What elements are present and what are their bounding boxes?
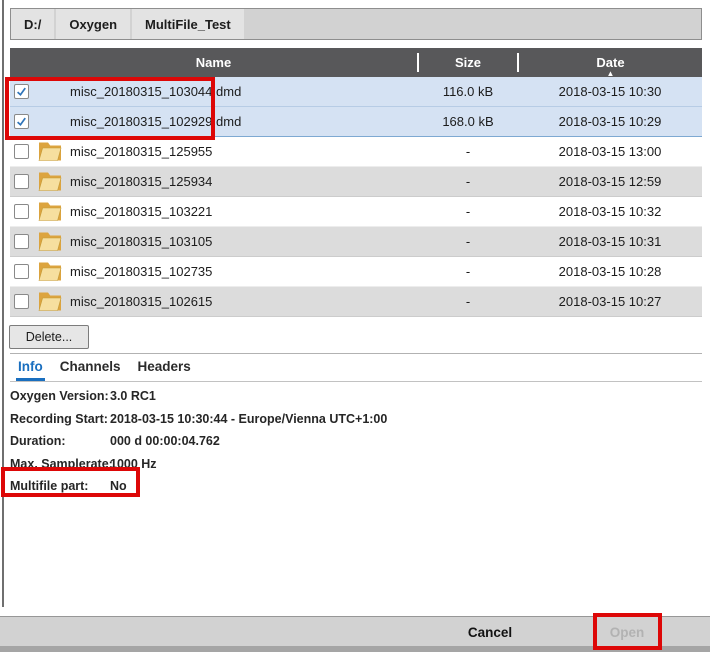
folder-icon bbox=[38, 171, 62, 192]
folder-icon bbox=[38, 291, 62, 312]
row-checkbox[interactable] bbox=[14, 264, 29, 279]
tab-info[interactable]: Info bbox=[16, 359, 45, 381]
folder-name: misc_20180315_102615 bbox=[70, 294, 212, 309]
dmd-file-icon bbox=[38, 111, 62, 132]
window-left-border bbox=[2, 0, 4, 607]
tab-headers[interactable]: Headers bbox=[136, 359, 193, 381]
row-checkbox[interactable] bbox=[14, 174, 29, 189]
folder-name: misc_20180315_102735 bbox=[70, 264, 212, 279]
table-header: Name Size Date ▲ bbox=[10, 48, 702, 77]
folder-name: misc_20180315_125955 bbox=[70, 144, 212, 159]
folder-row[interactable]: misc_20180315_103105 - 2018-03-15 10:31 bbox=[10, 227, 702, 257]
separator-line bbox=[10, 353, 702, 354]
file-size: 116.0 kB bbox=[418, 84, 518, 99]
info-label: Multifile part: bbox=[10, 479, 110, 493]
folder-row[interactable]: misc_20180315_102735 - 2018-03-15 10:28 bbox=[10, 257, 702, 287]
file-date: 2018-03-15 10:30 bbox=[518, 84, 702, 99]
folder-row[interactable]: misc_20180315_125934 - 2018-03-15 12:59 bbox=[10, 167, 702, 197]
row-checkbox[interactable] bbox=[14, 84, 29, 99]
row-checkbox[interactable] bbox=[14, 234, 29, 249]
folder-size: - bbox=[418, 204, 518, 219]
open-button[interactable]: Open bbox=[597, 617, 657, 647]
footer-bottom-strip bbox=[0, 646, 710, 652]
info-row-max-samplerate: Max. Samplerate: 1000 Hz bbox=[10, 453, 570, 476]
folder-size: - bbox=[418, 144, 518, 159]
column-header-name[interactable]: Name bbox=[10, 48, 417, 77]
delete-button[interactable]: Delete... bbox=[9, 325, 89, 349]
folder-date: 2018-03-15 10:32 bbox=[518, 204, 702, 219]
folder-row[interactable]: misc_20180315_125955 - 2018-03-15 13:00 bbox=[10, 137, 702, 167]
folder-size: - bbox=[418, 294, 518, 309]
info-value: 1000 Hz bbox=[110, 457, 157, 471]
info-label: Duration: bbox=[10, 434, 110, 448]
breadcrumb: D:/ Oxygen MultiFile_Test bbox=[10, 8, 702, 40]
dmd-file-icon bbox=[38, 81, 62, 102]
row-checkbox[interactable] bbox=[14, 294, 29, 309]
folder-name: misc_20180315_103221 bbox=[70, 204, 212, 219]
folder-date: 2018-03-15 13:00 bbox=[518, 144, 702, 159]
info-row-multifile-part: Multifile part: No bbox=[10, 475, 570, 498]
cancel-button[interactable]: Cancel bbox=[455, 617, 525, 647]
folder-icon bbox=[38, 261, 62, 282]
file-open-dialog: D:/ Oxygen MultiFile_Test Name Size Date… bbox=[0, 0, 710, 654]
detail-tabs: Info Channels Headers bbox=[16, 359, 193, 381]
file-name: misc_20180315_103044.dmd bbox=[70, 84, 241, 99]
folder-icon bbox=[38, 141, 62, 162]
folder-icon bbox=[38, 231, 62, 252]
column-header-date-label: Date bbox=[596, 55, 624, 70]
folder-date: 2018-03-15 12:59 bbox=[518, 174, 702, 189]
info-value: 3.0 RC1 bbox=[110, 389, 156, 403]
separator-line bbox=[10, 381, 702, 382]
info-value: 000 d 00:00:04.762 bbox=[110, 434, 220, 448]
folder-row[interactable]: misc_20180315_103221 - 2018-03-15 10:32 bbox=[10, 197, 702, 227]
checkmark-icon bbox=[15, 115, 28, 128]
info-row-duration: Duration: 000 d 00:00:04.762 bbox=[10, 430, 570, 453]
info-value: 2018-03-15 10:30:44 - Europe/Vienna UTC+… bbox=[110, 412, 387, 426]
file-row[interactable]: misc_20180315_102929.dmd 168.0 kB 2018-0… bbox=[10, 107, 702, 137]
file-table: Name Size Date ▲ misc_20180315_103044.dm… bbox=[10, 48, 702, 317]
folder-size: - bbox=[418, 174, 518, 189]
info-label: Oxygen Version: bbox=[10, 389, 110, 403]
folder-date: 2018-03-15 10:31 bbox=[518, 234, 702, 249]
breadcrumb-item-drive[interactable]: D:/ bbox=[11, 9, 54, 39]
folder-date: 2018-03-15 10:28 bbox=[518, 264, 702, 279]
checkmark-icon bbox=[15, 85, 28, 98]
folder-name: misc_20180315_125934 bbox=[70, 174, 212, 189]
info-label: Recording Start: bbox=[10, 412, 110, 426]
folder-date: 2018-03-15 10:27 bbox=[518, 294, 702, 309]
file-size: 168.0 kB bbox=[418, 114, 518, 129]
info-value: No bbox=[110, 479, 127, 493]
folder-row[interactable]: misc_20180315_102615 - 2018-03-15 10:27 bbox=[10, 287, 702, 317]
column-header-size[interactable]: Size bbox=[419, 48, 517, 77]
column-header-date[interactable]: Date ▲ bbox=[519, 48, 702, 77]
folder-size: - bbox=[418, 264, 518, 279]
info-row-recording-start: Recording Start: 2018-03-15 10:30:44 - E… bbox=[10, 408, 570, 431]
breadcrumb-item-oxygen[interactable]: Oxygen bbox=[56, 9, 130, 39]
info-label: Max. Samplerate: bbox=[10, 457, 110, 471]
row-checkbox[interactable] bbox=[14, 204, 29, 219]
folder-name: misc_20180315_103105 bbox=[70, 234, 212, 249]
row-checkbox[interactable] bbox=[14, 144, 29, 159]
tab-channels[interactable]: Channels bbox=[58, 359, 123, 381]
folder-icon bbox=[38, 201, 62, 222]
breadcrumb-item-multifile-test[interactable]: MultiFile_Test bbox=[132, 9, 244, 39]
row-checkbox[interactable] bbox=[14, 114, 29, 129]
file-row[interactable]: misc_20180315_103044.dmd 116.0 kB 2018-0… bbox=[10, 77, 702, 107]
footer-bar: Cancel Open bbox=[0, 616, 710, 646]
file-date: 2018-03-15 10:29 bbox=[518, 114, 702, 129]
folder-size: - bbox=[418, 234, 518, 249]
file-name: misc_20180315_102929.dmd bbox=[70, 114, 241, 129]
info-row-oxygen-version: Oxygen Version: 3.0 RC1 bbox=[10, 385, 570, 408]
info-panel: Oxygen Version: 3.0 RC1 Recording Start:… bbox=[10, 385, 570, 498]
